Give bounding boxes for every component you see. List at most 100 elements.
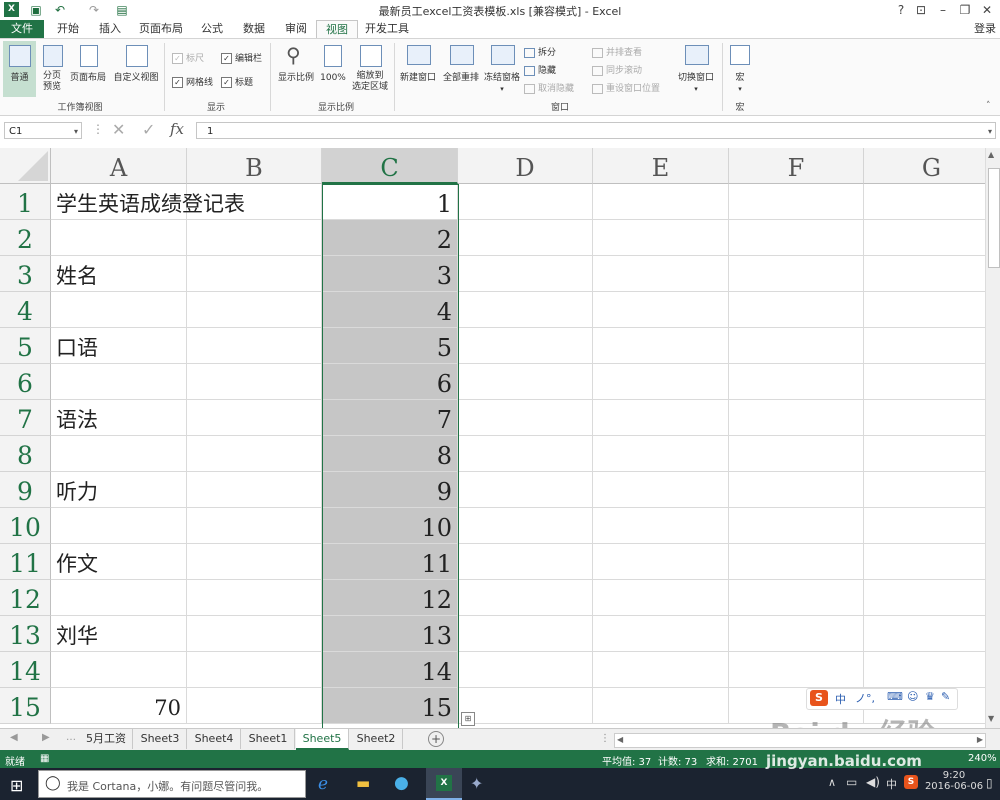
row-header[interactable]: 11	[0, 544, 51, 580]
cell[interactable]	[187, 616, 322, 652]
sheet-tab[interactable]: Sheet2	[350, 729, 403, 749]
row-header[interactable]: 10	[0, 508, 51, 544]
save-icon[interactable]: ▣	[28, 2, 44, 18]
cell[interactable]	[187, 688, 322, 724]
row-header[interactable]: 6	[0, 364, 51, 400]
cell[interactable]	[729, 544, 864, 580]
cell[interactable]	[729, 364, 864, 400]
help-icon[interactable]: ?	[890, 0, 912, 20]
cell[interactable]: 语法	[51, 400, 187, 436]
prev-sheet-icon[interactable]: ◀	[10, 732, 18, 743]
row-header[interactable]: 14	[0, 652, 51, 688]
gridlines-checkbox[interactable]: ✓ 网格线	[172, 75, 213, 88]
ribbon-display-icon[interactable]: ⊡	[910, 0, 932, 20]
page-break-preview-button[interactable]: 分页 预览	[38, 41, 66, 97]
cell[interactable]	[458, 184, 593, 220]
cell[interactable]	[187, 364, 322, 400]
insert-function-icon[interactable]: fx	[170, 120, 184, 138]
cell[interactable]	[51, 580, 187, 616]
cell[interactable]	[593, 328, 729, 364]
app-icon[interactable]: ✦	[470, 774, 483, 793]
cell[interactable]: 姓名	[51, 256, 187, 292]
page-layout-view-button[interactable]: 页面布局	[68, 41, 108, 97]
cell[interactable]	[458, 688, 593, 724]
zoom-button[interactable]: ⚲ 显示比例	[276, 41, 316, 97]
close-icon[interactable]: ✕	[976, 0, 998, 20]
cell[interactable]: 12	[322, 580, 458, 616]
cell[interactable]	[729, 400, 864, 436]
row-header[interactable]: 8	[0, 436, 51, 472]
freeze-panes-button[interactable]: 冻结窗格 ▾	[482, 41, 522, 97]
normal-view-button[interactable]: 普通	[3, 41, 36, 97]
custom-views-button[interactable]: 自定义视图	[110, 41, 162, 97]
row-header[interactable]: 2	[0, 220, 51, 256]
row-header[interactable]: 1	[0, 184, 51, 220]
keyboard-icon[interactable]: ⌨	[887, 690, 903, 703]
quick-analysis-icon[interactable]: ⊞	[461, 712, 475, 726]
cell[interactable]	[458, 508, 593, 544]
cell[interactable]	[864, 580, 985, 616]
cell[interactable]	[458, 436, 593, 472]
cell[interactable]: 7	[322, 400, 458, 436]
cell[interactable]	[458, 256, 593, 292]
row-header[interactable]: 9	[0, 472, 51, 508]
cell[interactable]	[458, 400, 593, 436]
unhide-button[interactable]: 取消隐藏	[524, 81, 574, 94]
cell[interactable]	[458, 364, 593, 400]
cell[interactable]	[187, 256, 322, 292]
cell[interactable]	[187, 328, 322, 364]
scroll-up-icon[interactable]: ▲	[988, 150, 994, 159]
cell[interactable]: 2	[322, 220, 458, 256]
worksheet-grid[interactable]: ABCDEFG 1 学生英语成绩登记表 1 2 2 3 姓名 3 4 4 5 口语 5 6 6 7 语法 7 8 8 9…	[0, 148, 985, 728]
next-sheet-icon[interactable]: ▶	[42, 732, 50, 743]
ime-toolbar[interactable]: S 中 ノ°, ⌨ ☺ ♛ ✎	[806, 688, 958, 710]
column-header[interactable]: D	[458, 148, 593, 184]
formula-input[interactable]: 1 ▾	[196, 122, 996, 139]
switch-windows-button[interactable]: 切换窗口 ▾	[674, 41, 718, 97]
cell[interactable]: 14	[322, 652, 458, 688]
scroll-down-icon[interactable]: ▼	[988, 714, 994, 723]
cell[interactable]: 1	[322, 184, 458, 220]
formula-bar-checkbox[interactable]: ✓ 编辑栏	[221, 51, 262, 64]
headings-checkbox[interactable]: ✓ 标题	[221, 75, 253, 88]
cell[interactable]	[51, 508, 187, 544]
cell[interactable]	[187, 184, 322, 220]
redo-icon[interactable]: ↷	[86, 2, 102, 18]
split-button[interactable]: 拆分	[524, 45, 556, 58]
cell[interactable]	[593, 364, 729, 400]
cell[interactable]	[729, 580, 864, 616]
undo-icon[interactable]: ↶	[52, 2, 68, 18]
file-explorer-icon[interactable]: ▬	[356, 774, 370, 792]
cell[interactable]	[729, 616, 864, 652]
browser-icon[interactable]: ●	[394, 773, 409, 793]
cell[interactable]	[187, 472, 322, 508]
hide-button[interactable]: 隐藏	[524, 63, 556, 76]
row-header[interactable]: 15	[0, 688, 51, 724]
tab-home[interactable]: 开始	[50, 20, 86, 38]
cell[interactable]	[593, 472, 729, 508]
cell[interactable]	[864, 436, 985, 472]
cell[interactable]	[593, 508, 729, 544]
sheet-tab[interactable]: Sheet3	[134, 729, 187, 749]
cell[interactable]: 学生英语成绩登记表	[51, 184, 245, 220]
cell[interactable]: 9	[322, 472, 458, 508]
cell[interactable]	[729, 184, 864, 220]
column-header[interactable]: A	[51, 148, 187, 184]
scroll-left-icon[interactable]: ◀	[617, 735, 623, 744]
cell[interactable]	[187, 400, 322, 436]
cell[interactable]	[187, 544, 322, 580]
show-hidden-icons[interactable]: ∧	[828, 776, 836, 789]
cell[interactable]	[729, 328, 864, 364]
cell[interactable]	[51, 652, 187, 688]
cell[interactable]: 15	[322, 688, 458, 724]
zoom-to-selection-button[interactable]: 缩放到 选定区域	[350, 41, 390, 97]
punctuation-icon[interactable]: ノ°,	[855, 690, 875, 706]
row-header[interactable]: 13	[0, 616, 51, 652]
cell[interactable]	[593, 256, 729, 292]
more-sheets-icon[interactable]: …	[66, 732, 76, 743]
column-header[interactable]: B	[187, 148, 322, 184]
cell[interactable]	[593, 616, 729, 652]
tab-file[interactable]: 文件	[0, 20, 44, 38]
column-header[interactable]: C	[322, 148, 458, 184]
restore-icon[interactable]: ❐	[954, 0, 976, 20]
